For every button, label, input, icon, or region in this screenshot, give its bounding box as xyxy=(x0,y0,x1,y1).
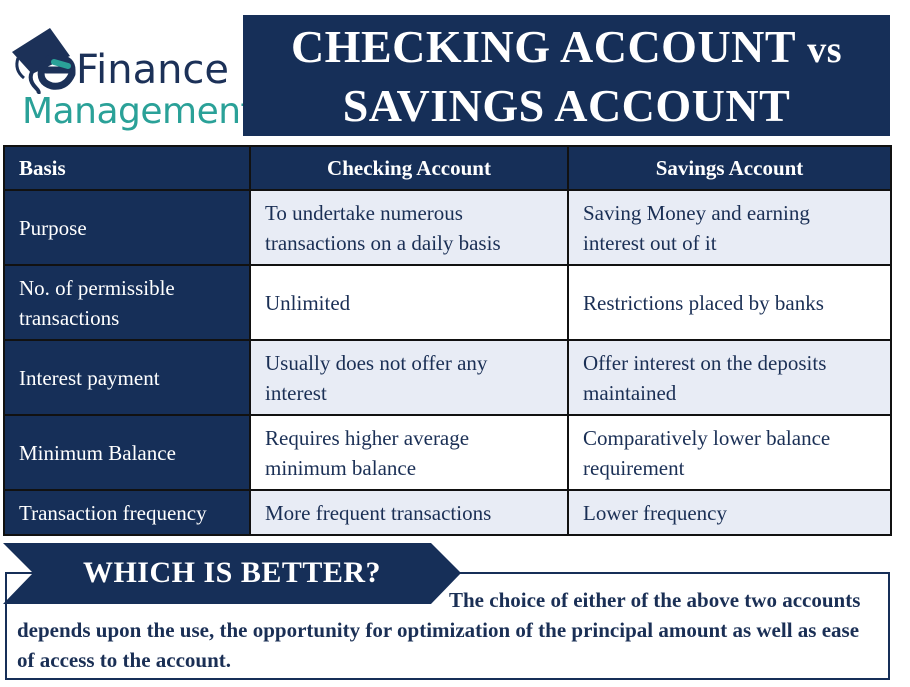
comparison-table: Basis Checking Account Savings Account P… xyxy=(3,145,892,536)
logo-finance-text: Finance xyxy=(76,47,230,93)
title-checking: CHECKING ACCOUNT xyxy=(290,20,796,72)
table-row: Purpose To undertake numerous transactio… xyxy=(3,189,892,266)
row-basis: Minimum Balance xyxy=(3,414,251,491)
graduation-cap-e-icon xyxy=(12,28,76,94)
table-row: No. of permissible transactions Unlimite… xyxy=(3,264,892,341)
header-savings: Savings Account xyxy=(567,145,892,191)
row-savings: Restrictions placed by banks xyxy=(567,264,892,341)
title-vs: vs xyxy=(807,28,843,71)
row-checking: Usually does not offer any interest xyxy=(249,339,569,416)
row-checking: To undertake numerous transactions on a … xyxy=(249,189,569,266)
row-basis: No. of permissible transactions xyxy=(3,264,251,341)
row-savings: Saving Money and earning interest out of… xyxy=(567,189,892,266)
which-is-better-text: The choice of either of the above two ac… xyxy=(17,588,861,672)
logo-management-text: Management xyxy=(22,91,255,132)
table-row: Interest payment Usually does not offer … xyxy=(3,339,892,416)
row-basis: Interest payment xyxy=(3,339,251,416)
row-checking: Unlimited xyxy=(249,264,569,341)
title-banner: CHECKING ACCOUNT vs SAVINGS ACCOUNT xyxy=(243,15,890,136)
row-savings: Lower frequency xyxy=(567,489,892,536)
table-row: Minimum Balance Requires higher average … xyxy=(3,414,892,491)
row-checking: More frequent transactions xyxy=(249,489,569,536)
page-title-line1: CHECKING ACCOUNT vs xyxy=(291,19,842,78)
row-checking: Requires higher average minimum balance xyxy=(249,414,569,491)
row-savings: Offer interest on the deposits maintaine… xyxy=(567,339,892,416)
row-basis: Purpose xyxy=(3,189,251,266)
row-basis: Transaction frequency xyxy=(3,489,251,536)
header-basis: Basis xyxy=(3,145,251,191)
logo: Finance Management xyxy=(6,18,255,138)
row-savings: Comparatively lower balance requirement xyxy=(567,414,892,491)
header-checking: Checking Account xyxy=(249,145,569,191)
table-row: Transaction frequency More frequent tran… xyxy=(3,489,892,536)
table-header-row: Basis Checking Account Savings Account xyxy=(3,145,892,191)
page-title-line2: SAVINGS ACCOUNT xyxy=(342,79,791,131)
